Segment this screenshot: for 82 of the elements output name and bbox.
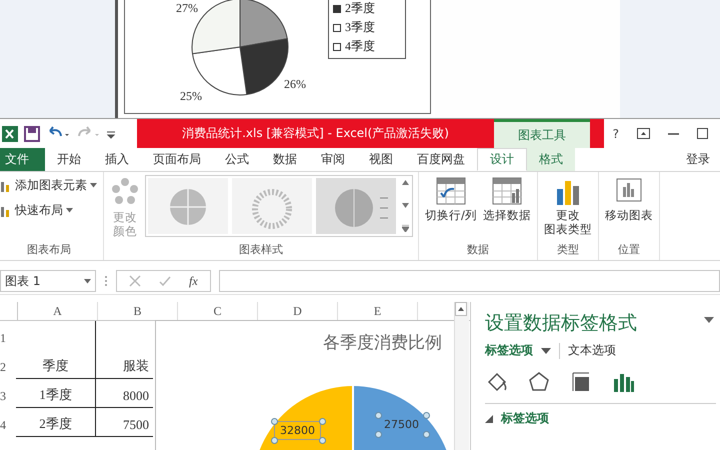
move-chart-button[interactable]: 移动图表 <box>604 175 654 242</box>
pane-title: 设置数据标签格式 <box>485 311 637 336</box>
ribbon-tab[interactable]: 设计 <box>477 148 527 171</box>
table-swap-icon <box>436 177 466 205</box>
ribbon-tab[interactable]: 百度网盘 <box>405 148 477 171</box>
table-cell: 1季度 <box>16 379 95 408</box>
sign-in-link[interactable]: 登录 <box>686 148 720 171</box>
row-header[interactable]: 2 <box>0 350 16 379</box>
ribbon-tab[interactable]: 文件 <box>0 148 45 171</box>
group-label: 图表样式 <box>238 242 284 258</box>
row-header[interactable]: 3 <box>0 379 16 408</box>
ribbon-tab[interactable]: 格式 <box>527 148 575 171</box>
legend-label: 2季度 <box>345 0 375 17</box>
table-cell: 7500 <box>95 408 153 437</box>
percent-label: 26% <box>284 77 306 91</box>
help-button[interactable]: ? <box>612 126 619 140</box>
percent-label: 27% <box>176 1 198 15</box>
scroll-up-button[interactable] <box>455 302 467 316</box>
legend-swatch <box>333 4 341 12</box>
ribbon-menu-button[interactable]: 快速布局 <box>0 200 98 221</box>
group-label: 数据 <box>466 242 490 258</box>
selection-handle[interactable] <box>423 412 430 419</box>
scroll-down-icon[interactable] <box>402 202 408 208</box>
dropdown-icon <box>84 278 91 284</box>
pentagon-icon[interactable] <box>527 370 551 394</box>
table-cell: 季度 <box>16 350 95 379</box>
ribbon-tab[interactable]: 审阅 <box>309 148 357 171</box>
grip-icon <box>104 274 108 288</box>
color-dots-icon <box>110 177 140 207</box>
ribbon-tab[interactable]: 公式 <box>213 148 261 171</box>
pane-options-icon[interactable] <box>704 316 714 324</box>
chart-style-thumbnail[interactable] <box>148 178 228 234</box>
row-header[interactable]: 1 <box>0 321 16 350</box>
insert-function-button[interactable]: fx <box>189 274 198 288</box>
legend-swatch <box>333 24 341 32</box>
switch-row-column-button[interactable]: 切换行/列 <box>424 175 478 242</box>
pane-tab[interactable]: 文本选项 <box>568 342 616 359</box>
legend-swatch <box>333 42 341 50</box>
column-header[interactable]: A <box>18 302 98 320</box>
caret-icon <box>66 208 73 213</box>
row-header[interactable]: 4 <box>0 408 16 437</box>
name-box[interactable]: 图表 1 <box>0 270 96 292</box>
ribbon-display-icon[interactable] <box>637 128 650 139</box>
more-styles-icon[interactable] <box>402 225 408 232</box>
dropdown-icon[interactable] <box>541 346 551 354</box>
caret-icon <box>90 183 97 188</box>
scroll-up-icon[interactable] <box>402 180 408 185</box>
window-title: 消费品统计.xls [兼容模式] - Excel(产品激活失败) <box>181 125 450 142</box>
legend-label: 3季度 <box>345 19 375 36</box>
group-label: 位置 <box>616 242 641 258</box>
chart-area[interactable]: 各季度消费比例 32800 27500 <box>155 320 455 450</box>
table-cell: 服装 <box>95 350 153 379</box>
percent-label: 25% <box>180 89 202 103</box>
formula-input[interactable] <box>218 270 720 292</box>
expand-icon <box>485 414 493 422</box>
save-icon[interactable] <box>24 126 40 142</box>
group-label: 类型 <box>556 242 580 258</box>
ribbon-tab[interactable]: 视图 <box>357 148 405 171</box>
select-data-button[interactable]: 选择数据 <box>482 175 532 242</box>
maximize-icon[interactable] <box>697 128 708 139</box>
pane-tab[interactable]: 标签选项 <box>485 342 533 359</box>
table-chart-icon <box>492 177 522 205</box>
ribbon-tab[interactable]: 插入 <box>93 148 141 171</box>
ribbon-tab[interactable]: 数据 <box>261 148 309 171</box>
table-cell: 2季度 <box>16 408 95 437</box>
chart-title[interactable]: 各季度消费比例 <box>323 331 442 354</box>
cancel-icon[interactable] <box>129 275 141 287</box>
group-label: 图表布局 <box>26 242 72 258</box>
section-header[interactable]: 标签选项 <box>485 410 720 427</box>
selection-handle[interactable] <box>271 418 278 425</box>
ribbon-tab[interactable]: 开始 <box>45 148 93 171</box>
table-cell: 8000 <box>95 379 153 408</box>
context-tab-label: 图表工具 <box>494 119 590 148</box>
change-chart-type-button[interactable]: 更改 图表类型 <box>542 175 593 242</box>
check-icon[interactable] <box>159 275 171 287</box>
data-label[interactable]: 27500 <box>378 415 425 434</box>
chart-style-thumbnail[interactable] <box>232 178 312 234</box>
ribbon-tab[interactable]: 页面布局 <box>141 148 213 171</box>
legend-label: 4季度 <box>345 38 375 55</box>
ribbon-menu-button[interactable]: 添加图表元素 <box>0 175 98 196</box>
paint-bucket-icon[interactable] <box>485 370 509 394</box>
chart-style-thumbnail[interactable] <box>316 178 396 234</box>
